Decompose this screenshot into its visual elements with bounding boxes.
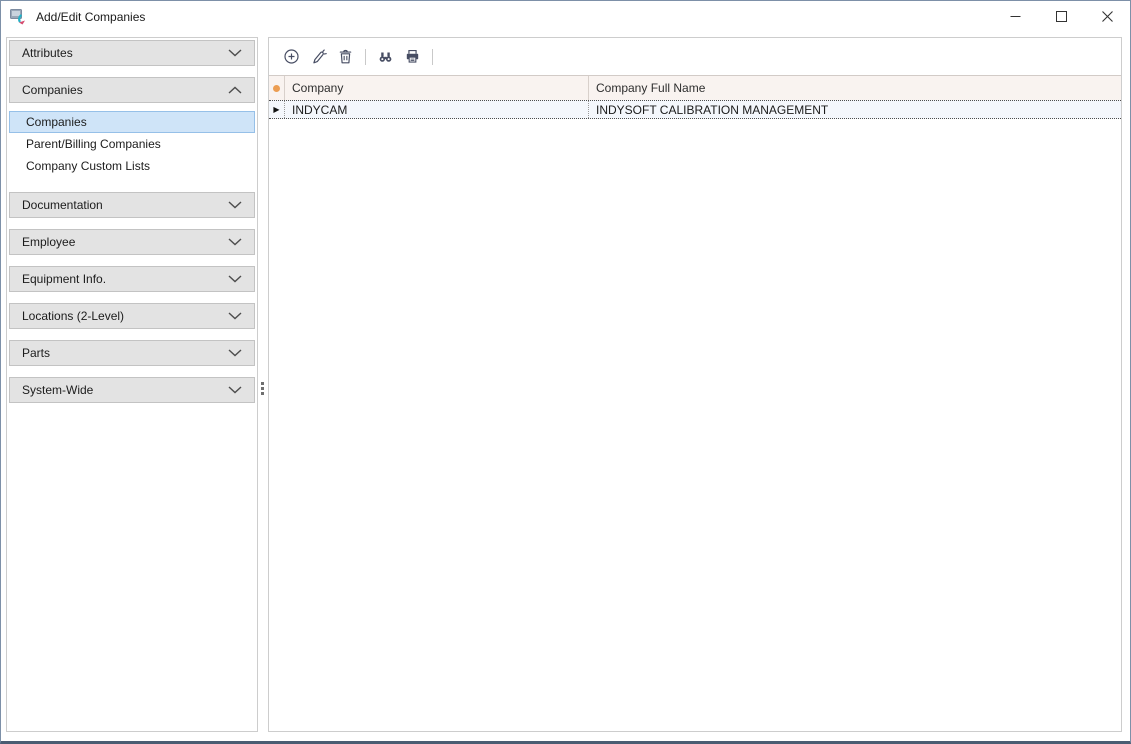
- section-employee[interactable]: Employee: [9, 229, 255, 255]
- row-indicator-cell: ▶: [269, 101, 285, 118]
- section-label: Attributes: [22, 46, 73, 60]
- section-label: Locations (2-Level): [22, 309, 124, 323]
- cell-company: INDYCAM: [285, 101, 589, 118]
- section-label: Equipment Info.: [22, 272, 106, 286]
- magic-pen-icon: [309, 47, 328, 66]
- orange-dot-icon: [273, 85, 280, 92]
- splitter-grip-icon: [261, 382, 264, 395]
- chevron-down-icon: [228, 238, 242, 246]
- main-panel: Company Company Full Name ▶ INDYCAM INDY…: [268, 37, 1122, 732]
- title-bar: Add/Edit Companies: [1, 1, 1130, 32]
- chevron-down-icon: [228, 275, 242, 283]
- binoculars-icon: [376, 47, 395, 66]
- chevron-down-icon: [228, 386, 242, 394]
- panel-splitter[interactable]: [257, 37, 268, 732]
- sidebar-item-parent-billing-companies[interactable]: Parent/Billing Companies: [9, 133, 255, 155]
- section-attributes[interactable]: Attributes: [9, 40, 255, 66]
- find-button[interactable]: [373, 44, 398, 69]
- chevron-down-icon: [228, 201, 242, 209]
- trash-icon: [336, 47, 355, 66]
- edit-button[interactable]: [306, 44, 331, 69]
- chevron-up-icon: [228, 86, 242, 94]
- section-locations-2-level[interactable]: Locations (2-Level): [9, 303, 255, 329]
- column-header-company-full-name[interactable]: Company Full Name: [589, 76, 1121, 100]
- cell-company-full-name: INDYSOFT CALIBRATION MANAGEMENT: [589, 101, 1121, 118]
- circle-plus-icon: [282, 47, 301, 66]
- chevron-down-icon: [228, 349, 242, 357]
- sidebar-item-company-custom-lists[interactable]: Company Custom Lists: [9, 155, 255, 177]
- companies-grid: Company Company Full Name ▶ INDYCAM INDY…: [269, 75, 1121, 119]
- section-label: Parts: [22, 346, 50, 360]
- section-equipment-info[interactable]: Equipment Info.: [9, 266, 255, 292]
- minimize-button[interactable]: [992, 1, 1038, 32]
- app-logo-icon: [9, 7, 29, 27]
- grid-toolbar: [269, 38, 1121, 75]
- toolbar-separator: [432, 49, 433, 65]
- window-title: Add/Edit Companies: [36, 10, 145, 24]
- chevron-down-icon: [228, 312, 242, 320]
- window-controls: [992, 1, 1130, 32]
- companies-section-items: Companies Parent/Billing Companies Compa…: [9, 111, 255, 177]
- section-parts[interactable]: Parts: [9, 340, 255, 366]
- sidebar: Attributes Companies Companies Parent/Bi…: [6, 37, 258, 732]
- grid-header-row: Company Company Full Name: [269, 75, 1121, 100]
- section-label: Employee: [22, 235, 75, 249]
- print-button[interactable]: [400, 44, 425, 69]
- delete-button[interactable]: [333, 44, 358, 69]
- section-label: System-Wide: [22, 383, 93, 397]
- sidebar-item-companies[interactable]: Companies: [9, 111, 255, 133]
- maximize-button[interactable]: [1038, 1, 1084, 32]
- section-system-wide[interactable]: System-Wide: [9, 377, 255, 403]
- row-arrow-icon: ▶: [273, 105, 279, 114]
- printer-icon: [403, 47, 422, 66]
- close-button[interactable]: [1084, 1, 1130, 32]
- chevron-down-icon: [228, 49, 242, 57]
- app-window: Add/Edit Companies Attributes Companies: [0, 0, 1131, 744]
- grid-indicator-header: [269, 76, 285, 100]
- section-label: Companies: [22, 83, 83, 97]
- section-documentation[interactable]: Documentation: [9, 192, 255, 218]
- table-row[interactable]: ▶ INDYCAM INDYSOFT CALIBRATION MANAGEMEN…: [269, 100, 1121, 119]
- section-label: Documentation: [22, 198, 103, 212]
- section-companies[interactable]: Companies: [9, 77, 255, 103]
- add-button[interactable]: [279, 44, 304, 69]
- toolbar-separator: [365, 49, 366, 65]
- column-header-company[interactable]: Company: [285, 76, 589, 100]
